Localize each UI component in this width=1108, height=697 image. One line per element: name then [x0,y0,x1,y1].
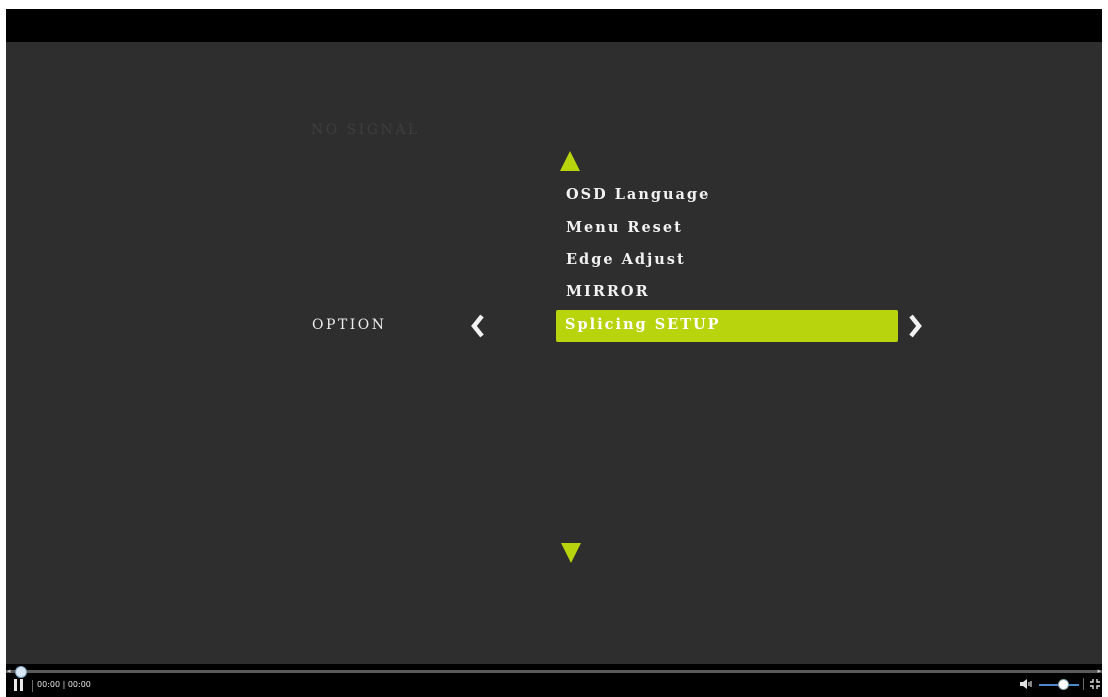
osd-menu-item[interactable]: OSD Language [566,186,710,203]
video-top-bar [6,9,1102,42]
no-signal-text: NO SIGNAL [311,122,420,138]
video-frame: NO SIGNAL OPTION OSD Language Menu Reset… [6,9,1102,697]
seek-bar[interactable] [6,670,1102,673]
osd-menu-item-selected[interactable]: Splicing SETUP [565,316,721,333]
volume-handle[interactable] [1058,679,1069,690]
divider [32,680,33,692]
osd-menu-item[interactable]: MIRROR [566,283,650,300]
player-control-bar: ◂ ▸ 00:00 | 00:00 [6,664,1102,697]
triangle-down-icon[interactable] [561,543,581,563]
osd-menu-item[interactable]: Menu Reset [566,219,683,236]
pause-icon[interactable] [14,679,24,691]
chevron-left-icon[interactable] [467,313,489,339]
chevron-right-icon[interactable] [904,313,926,339]
osd-category-label: OPTION [312,317,387,333]
time-display: 00:00 | 00:00 [37,680,91,689]
seek-start-marker: ◂ [7,667,11,675]
volume-icon[interactable] [1019,678,1033,690]
divider [1083,678,1084,690]
osd-menu-item[interactable]: Edge Adjust [566,251,686,268]
triangle-up-icon[interactable] [560,151,580,171]
fullscreen-icon[interactable] [1089,678,1101,690]
seek-end-marker: ▸ [1097,667,1101,675]
seek-handle[interactable] [15,666,27,678]
